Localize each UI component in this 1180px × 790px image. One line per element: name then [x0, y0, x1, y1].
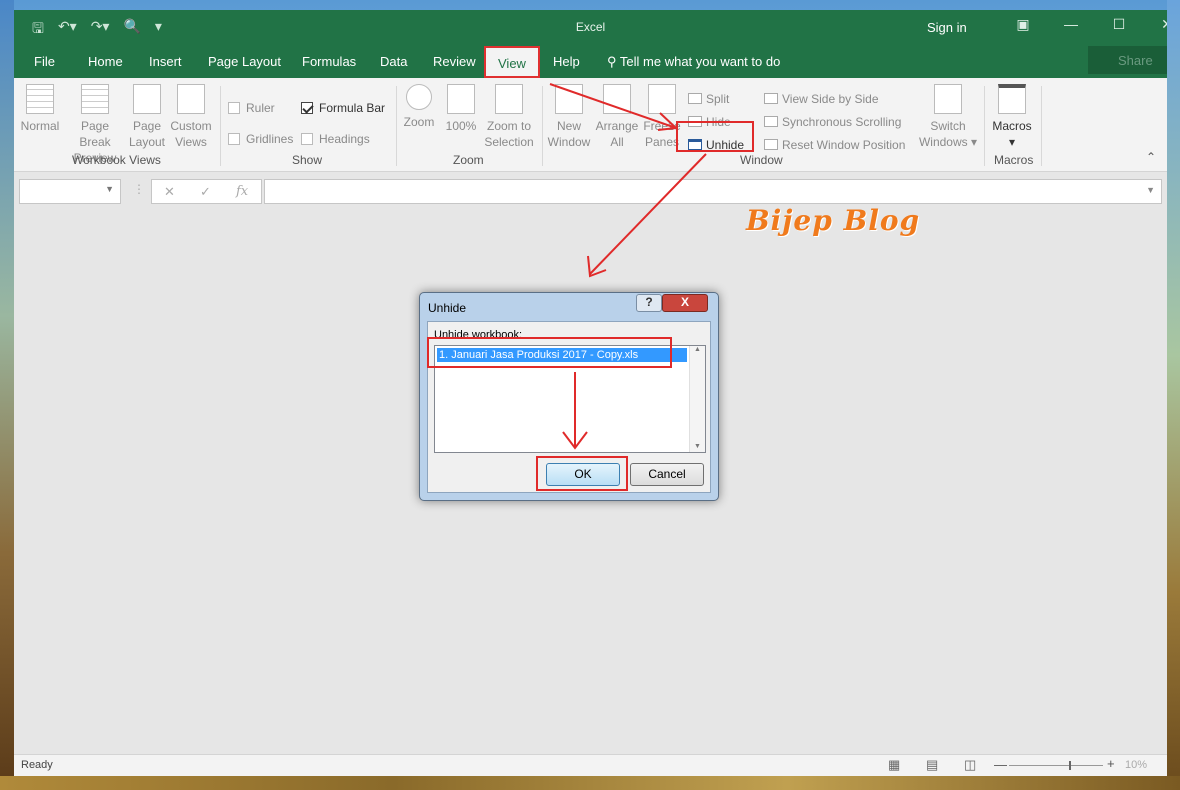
arrowhead [657, 112, 679, 131]
arrow-tab-to-unhide [549, 83, 677, 129]
arrow-unhide-to-dialog [589, 153, 707, 275]
annotation-arrows [549, 83, 707, 450]
